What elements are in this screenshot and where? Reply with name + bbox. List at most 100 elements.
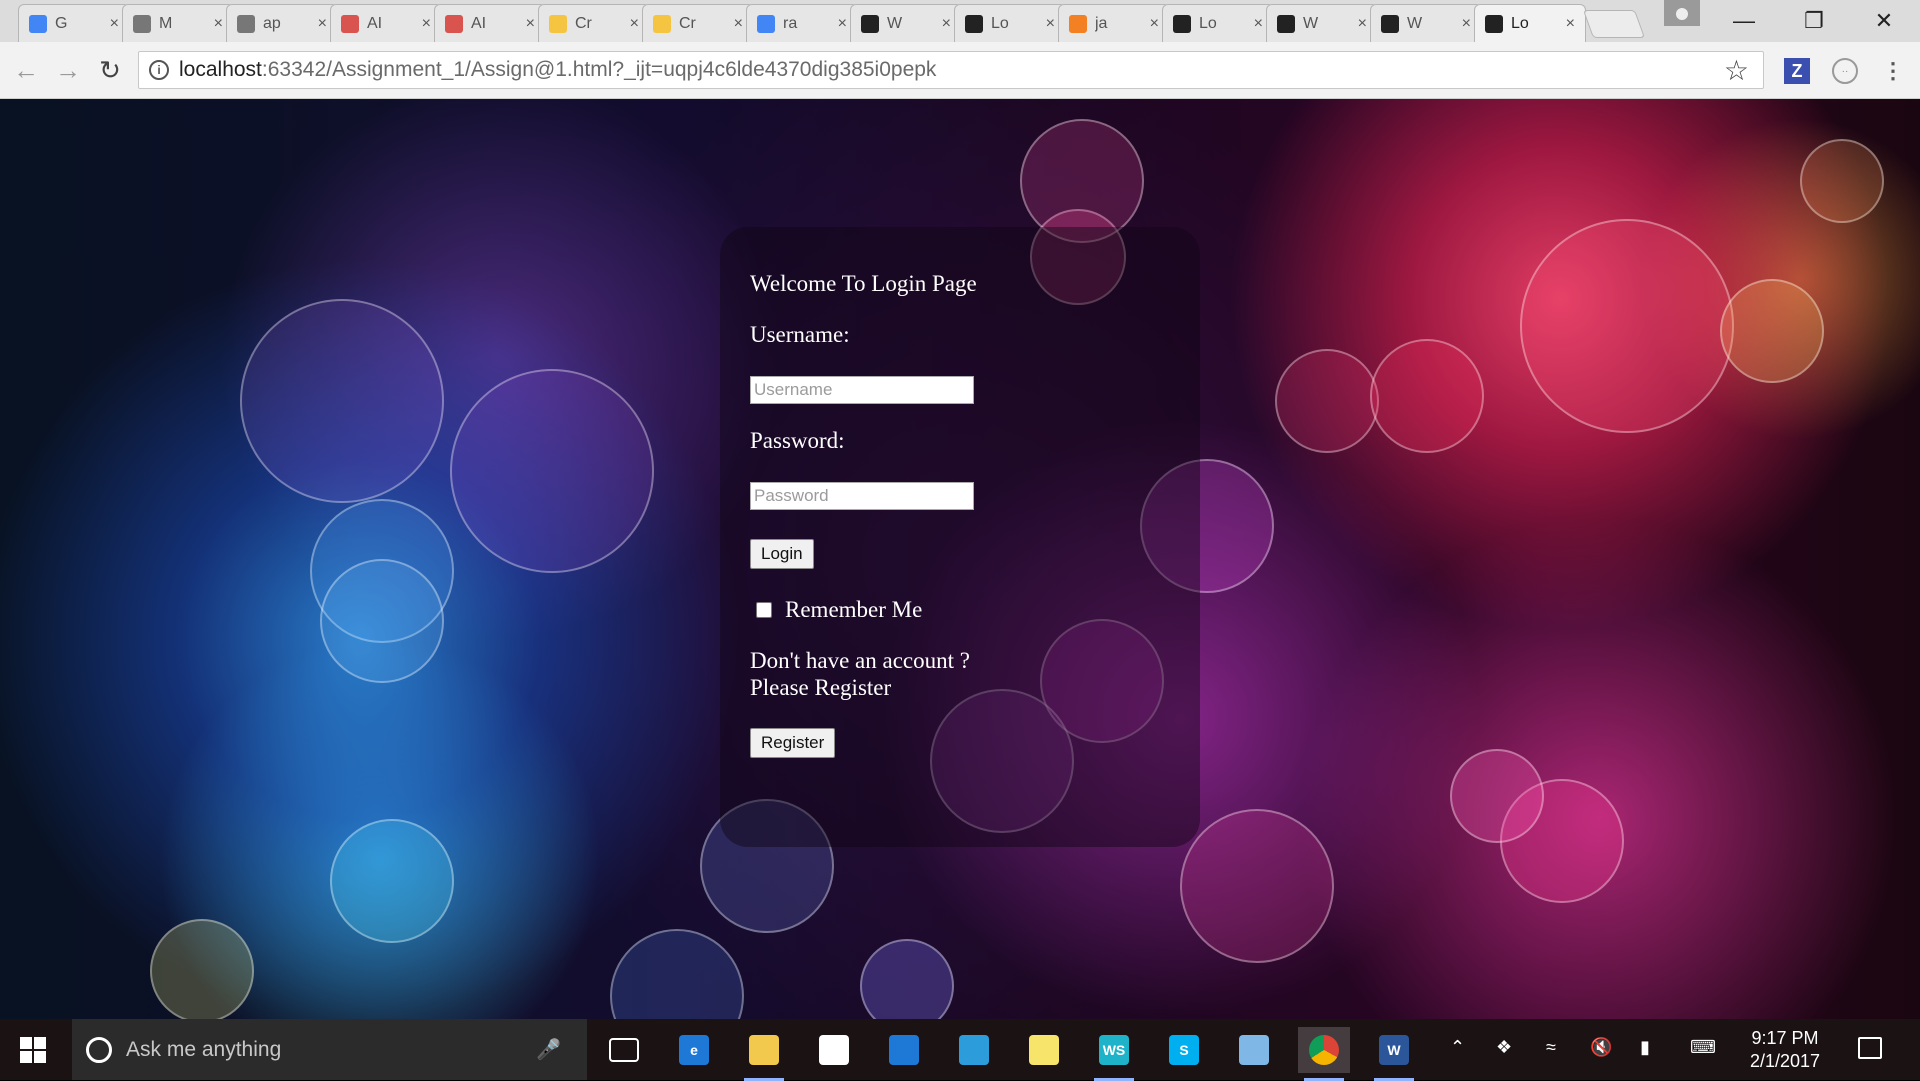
taskbar-app[interactable] (948, 1027, 1000, 1073)
browser-tab[interactable]: ra × (746, 4, 858, 42)
analytics-icon (445, 14, 463, 33)
browser-tab[interactable]: Cr × (538, 4, 650, 42)
tab-title: ap (263, 14, 281, 32)
browser-tab[interactable]: G × (18, 4, 130, 42)
info-icon[interactable]: i (149, 60, 169, 80)
tab-close-icon[interactable]: × (1150, 15, 1159, 33)
browser-tab[interactable]: W × (850, 4, 962, 42)
please-register-text: Please Register (750, 675, 892, 700)
show-hidden-icons-chevron[interactable]: ⌃ (1450, 1037, 1465, 1058)
tab-close-icon[interactable]: × (942, 15, 951, 33)
windows-taskbar: Ask me anything 🎤 e WS S W ⌃ ❖ ≈ 🔇 ▮ ⌨ 9:17… (0, 1019, 1920, 1081)
browser-tab[interactable]: Lo × (1474, 4, 1586, 42)
browser-tab-strip: G × M × ap × AI × AI × Cr × Cr × ra × W × Lo × ja × Lo × W × W × Lo ×… (0, 0, 1920, 42)
bokeh-circle (450, 369, 654, 573)
taskbar-app[interactable]: e (668, 1027, 720, 1073)
tab-title: Lo (1511, 14, 1529, 32)
action-center-icon[interactable] (1858, 1037, 1882, 1059)
dropbox-icon[interactable]: ❖ (1496, 1037, 1512, 1058)
store-icon (819, 1035, 849, 1065)
browser-tab[interactable]: Cr × (642, 4, 754, 42)
password-input[interactable] (750, 482, 974, 510)
no-account-text: Don't have an account ? (750, 648, 970, 673)
extension-icon[interactable]: ·· (1832, 58, 1858, 84)
tab-close-icon[interactable]: × (110, 15, 119, 33)
browser-tab[interactable]: AI × (330, 4, 442, 42)
tab-close-icon[interactable]: × (214, 15, 223, 33)
address-bar[interactable]: i localhost:63342/Assignment_1/Assign@1.… (138, 51, 1764, 89)
tab-close-icon[interactable]: × (1566, 15, 1575, 33)
windows-start-icon[interactable] (20, 1037, 46, 1063)
taskbar-app[interactable] (598, 1027, 650, 1073)
tab-title: W (887, 14, 903, 32)
taskbar-app[interactable] (878, 1027, 930, 1073)
profile-icon[interactable] (1664, 0, 1700, 26)
tab-close-icon[interactable]: × (318, 15, 327, 33)
notepad-icon (1239, 1035, 1269, 1065)
microphone-icon[interactable]: 🎤 (536, 1037, 561, 1062)
browser-tab[interactable]: Lo × (954, 4, 1066, 42)
taskbar-app[interactable]: W (1368, 1027, 1420, 1081)
taskbar-app[interactable] (1298, 1027, 1350, 1081)
register-button[interactable]: Register (750, 728, 836, 758)
minimize-button[interactable]: — (1714, 0, 1774, 42)
taskbar-app[interactable] (1018, 1027, 1070, 1073)
word-icon: W (1379, 1035, 1409, 1065)
remember-me-checkbox[interactable] (756, 602, 772, 618)
new-tab-button[interactable] (1582, 10, 1646, 38)
bokeh-circle (1180, 809, 1334, 963)
browser-tab[interactable]: ja × (1058, 4, 1170, 42)
analytics-icon (341, 14, 359, 33)
bokeh-circle (860, 939, 954, 1019)
restore-button[interactable]: ❐ (1784, 0, 1844, 42)
taskbar-app[interactable]: WS (1088, 1027, 1140, 1081)
bokeh-circle (1275, 349, 1379, 453)
bokeh-circle (1450, 749, 1544, 843)
username-input[interactable] (750, 376, 974, 404)
tab-close-icon[interactable]: × (1462, 15, 1471, 33)
webstorm-icon (965, 14, 983, 33)
login-button[interactable]: Login (750, 539, 814, 569)
webstorm-icon (1173, 14, 1191, 33)
tab-close-icon[interactable]: × (630, 15, 639, 33)
bookmark-star-icon[interactable]: ☆ (1724, 54, 1749, 87)
battery-icon[interactable]: ▮ (1640, 1037, 1650, 1058)
stack-icon (1069, 14, 1087, 33)
browser-tab[interactable]: W × (1266, 4, 1378, 42)
tab-close-icon[interactable]: × (1254, 15, 1263, 33)
browser-tab[interactable]: M × (122, 4, 234, 42)
browser-tab[interactable]: ap × (226, 4, 338, 42)
taskbar-app[interactable] (1228, 1027, 1280, 1073)
cortana-search-box[interactable]: Ask me anything 🎤 (72, 1019, 587, 1080)
taskbar-app[interactable] (808, 1027, 860, 1073)
system-clock[interactable]: 9:17 PM 2/1/2017 (1730, 1027, 1840, 1073)
browser-tab[interactable]: Lo × (1162, 4, 1274, 42)
tab-close-icon[interactable]: × (526, 15, 535, 33)
taskbar-app[interactable]: S (1158, 1027, 1210, 1073)
menu-kebab-icon[interactable]: ⋮ (1880, 58, 1906, 84)
tab-close-icon[interactable]: × (838, 15, 847, 33)
cortana-placeholder: Ask me anything (126, 1037, 282, 1061)
tab-close-icon[interactable]: × (1046, 15, 1055, 33)
back-button[interactable]: ← (10, 54, 42, 86)
tab-title: Cr (575, 14, 592, 32)
bokeh-circle (1720, 279, 1824, 383)
browser-tab[interactable]: AI × (434, 4, 546, 42)
close-window-button[interactable]: ✕ (1854, 0, 1914, 42)
zotero-extension-icon[interactable]: Z (1784, 58, 1810, 84)
tab-close-icon[interactable]: × (734, 15, 743, 33)
taskbar-app[interactable] (738, 1027, 790, 1081)
volume-muted-icon[interactable]: 🔇 (1590, 1037, 1612, 1058)
browser-tab[interactable]: W × (1370, 4, 1482, 42)
tab-close-icon[interactable]: × (1358, 15, 1367, 33)
url-text: localhost:63342/Assignment_1/Assign@1.ht… (179, 58, 937, 81)
tab-close-icon[interactable]: × (422, 15, 431, 33)
keyboard-icon[interactable]: ⌨ (1690, 1037, 1716, 1058)
forward-button[interactable]: → (52, 54, 84, 86)
wifi-icon[interactable]: ≈ (1546, 1037, 1556, 1058)
reload-button[interactable]: ↻ (94, 54, 126, 86)
password-label: Password: (750, 428, 845, 453)
username-label: Username: (750, 322, 850, 347)
tab-title: AI (471, 14, 487, 32)
remember-me-label: Remember Me (785, 597, 923, 622)
